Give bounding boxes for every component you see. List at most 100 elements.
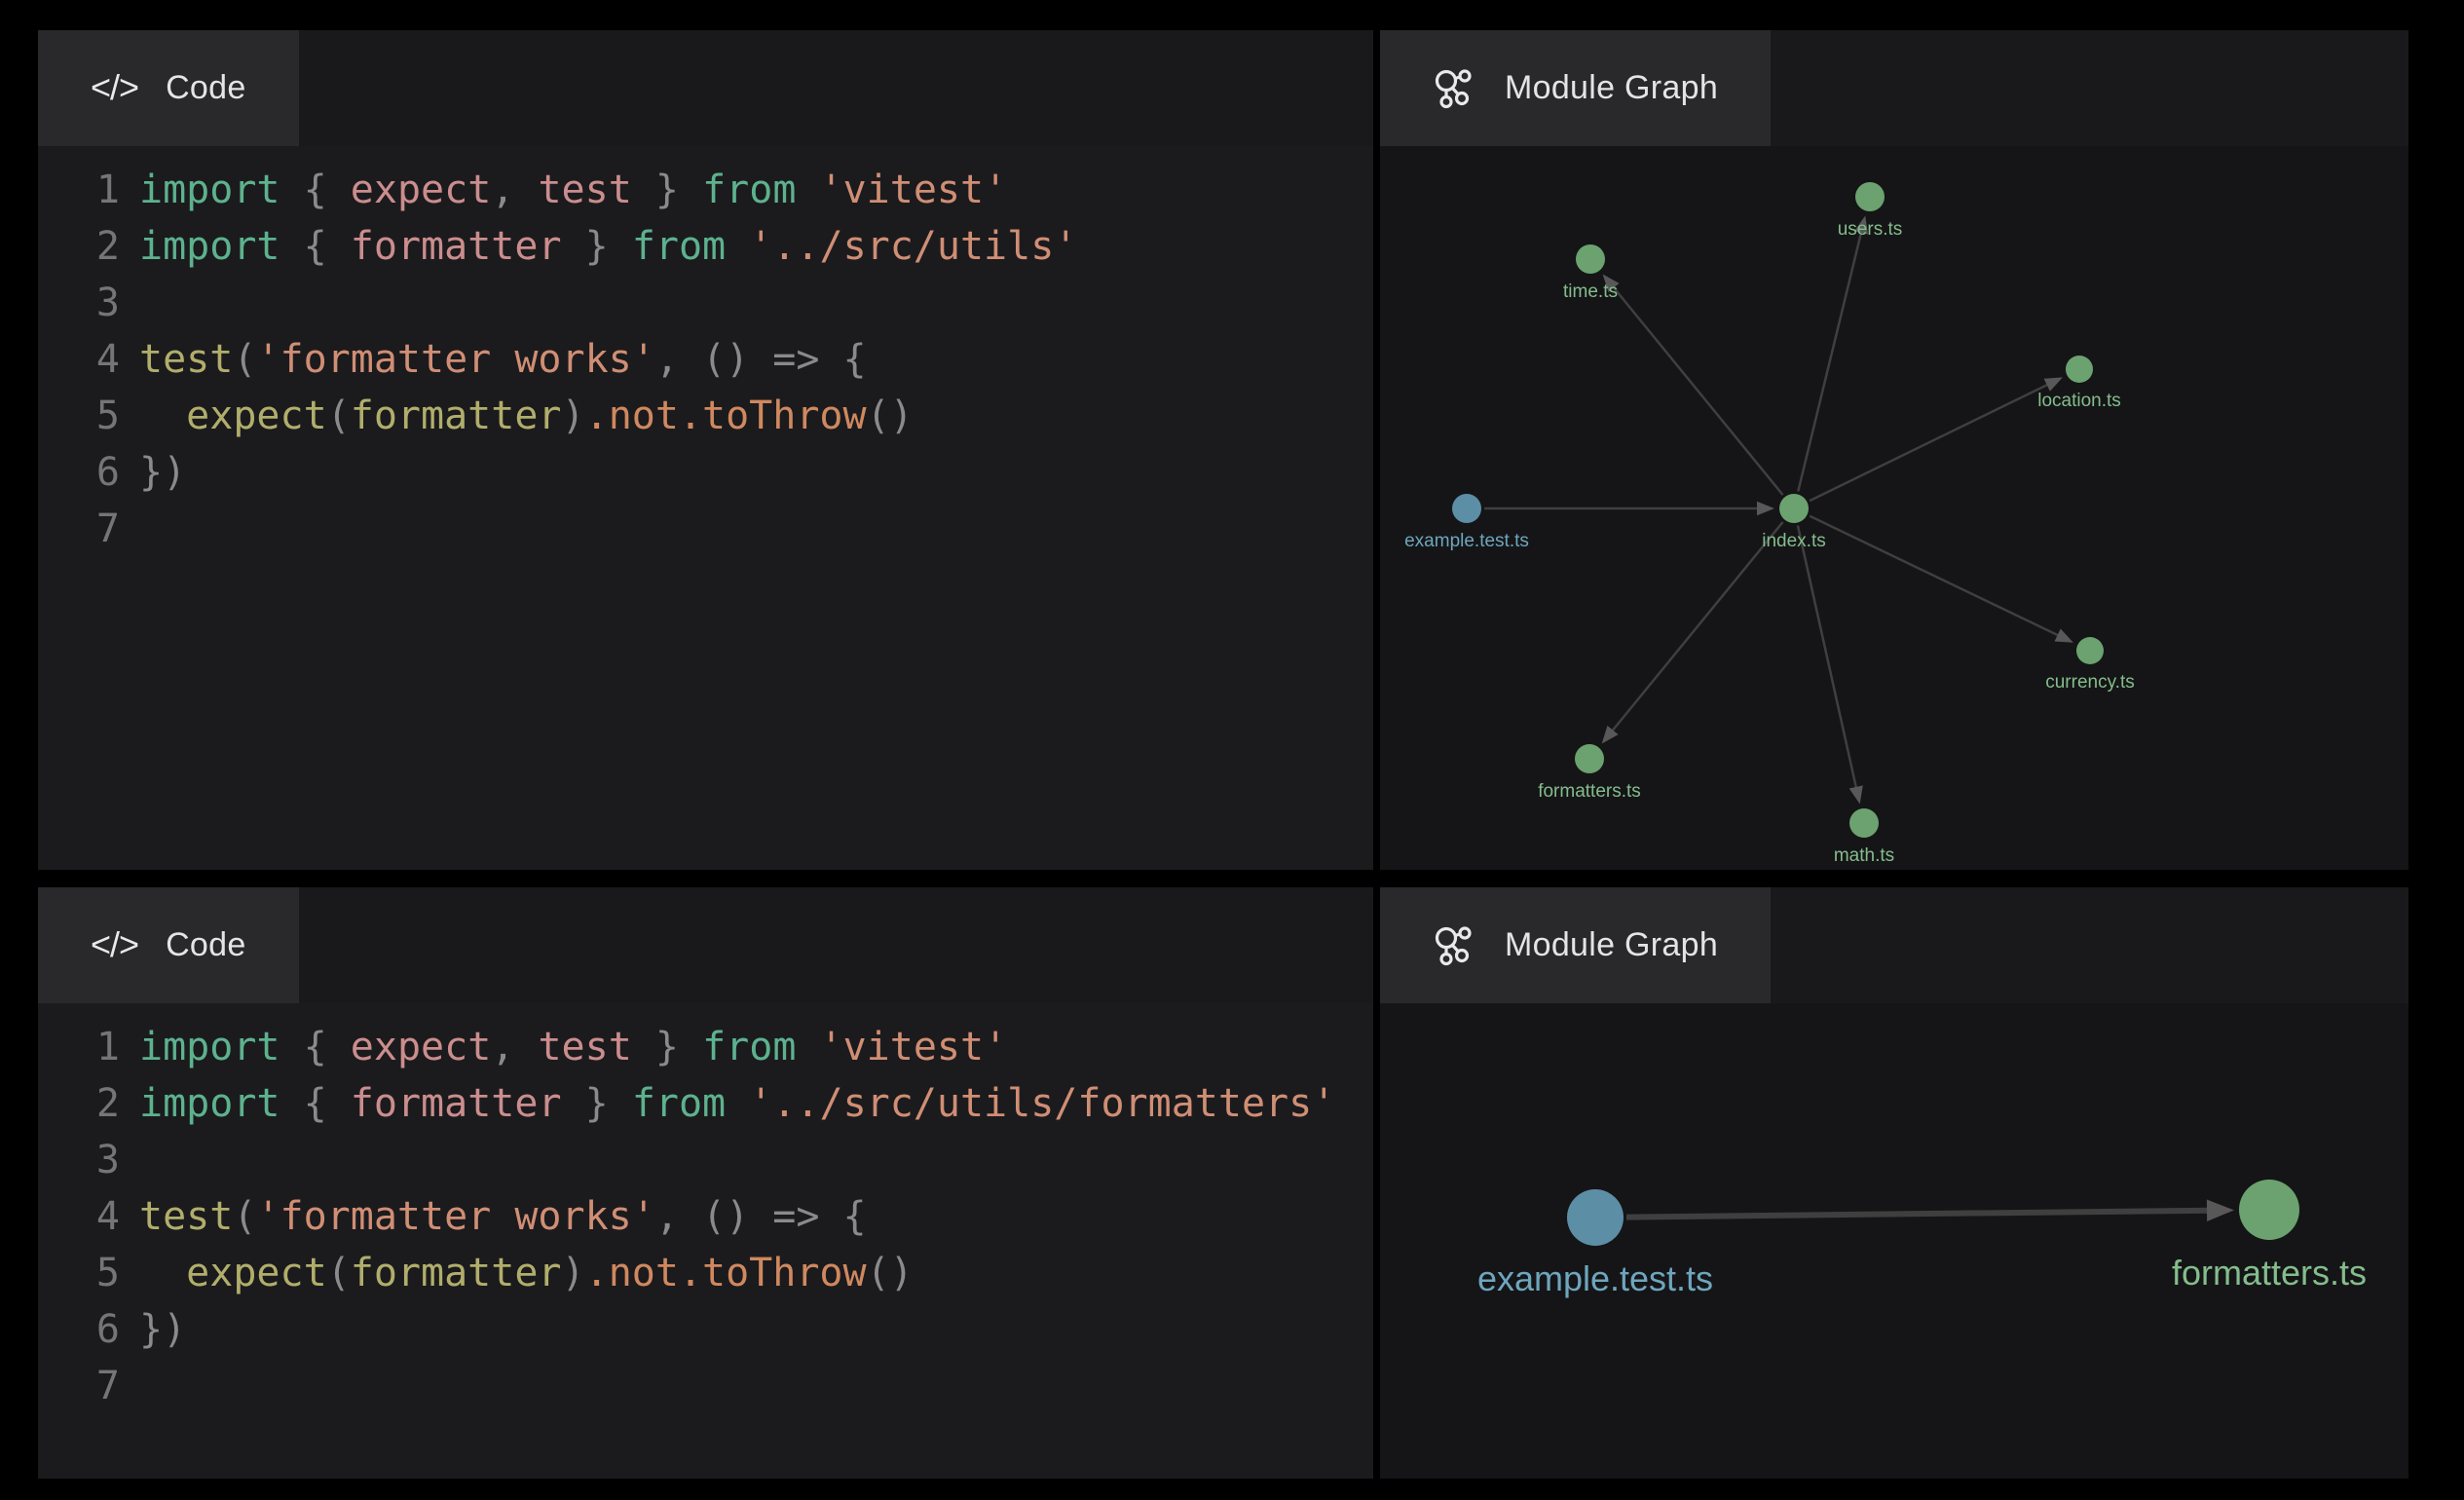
- graph-edge-arrow: [2044, 377, 2063, 391]
- graph-edge: [1810, 516, 2059, 636]
- code-line: 7: [56, 501, 1373, 557]
- code-line: 5 expect(formatter).not.toThrow(): [56, 1245, 1373, 1301]
- graph-edge: [1626, 1211, 2209, 1218]
- line-content: expect(formatter).not.toThrow(): [120, 1245, 914, 1301]
- graph-node-index.ts[interactable]: [1779, 494, 1809, 523]
- graph-node-label: example.test.ts: [1404, 531, 1529, 551]
- graph-node-label: formatters.ts: [1538, 781, 1641, 802]
- module-graph-canvas-top[interactable]: users.ts time.ts location.ts example.test.t…: [1380, 146, 2408, 870]
- graph-node-label: formatters.ts: [2172, 1253, 2367, 1293]
- graph-node-label: index.ts: [1762, 531, 1825, 551]
- line-content: [120, 275, 139, 331]
- line-content: import { expect, test } from 'vitest': [120, 1019, 1007, 1075]
- code-line: 2import { formatter } from '../src/utils…: [56, 218, 1373, 275]
- line-number: 2: [56, 1075, 120, 1132]
- module-graph-icon: [1433, 923, 1477, 968]
- graph-node-label: currency.ts: [2045, 672, 2135, 693]
- line-number: 2: [56, 218, 120, 275]
- graph-node-users.ts[interactable]: [1855, 182, 1885, 211]
- panel-graph-top: Module Graph users.ts time.ts location.ts e…: [1380, 30, 2408, 870]
- line-content: test('formatter works', () => {: [120, 331, 867, 388]
- code-line: 4test('formatter works', () => {: [56, 1188, 1373, 1245]
- graph-edge: [1798, 231, 1861, 492]
- graph-node-formatters.ts[interactable]: [2239, 1180, 2299, 1240]
- graph-node-label: example.test.ts: [1477, 1258, 1713, 1298]
- line-content: import { expect, test } from 'vitest': [120, 162, 1007, 218]
- graph-node-currency.ts[interactable]: [2076, 637, 2104, 664]
- graph-edge: [1613, 286, 1783, 495]
- panel-graph-bottom: Module Graph example.test.ts formatters.t…: [1380, 887, 2408, 1479]
- code-line: 1import { expect, test } from 'vitest': [56, 162, 1373, 218]
- graph-node-location.ts[interactable]: [2066, 356, 2093, 383]
- line-number: 6: [56, 1301, 120, 1358]
- module-graph-icon: [1433, 66, 1477, 111]
- code-line: 7: [56, 1358, 1373, 1414]
- tab-code-top[interactable]: </> Code: [38, 30, 299, 146]
- panel-code-top: </> Code 1import { expect, test } from '…: [38, 30, 1373, 870]
- line-content: import { formatter } from '../src/utils': [120, 218, 1077, 275]
- graph-node-time.ts[interactable]: [1576, 244, 1605, 274]
- graph-node-label: users.ts: [1838, 219, 1903, 240]
- code-line: 5 expect(formatter).not.toThrow(): [56, 388, 1373, 444]
- line-number: 4: [56, 1188, 120, 1245]
- graph-node-label: time.ts: [1563, 281, 1618, 302]
- graph-node-math.ts[interactable]: [1849, 808, 1879, 838]
- code-line: 6}): [56, 1301, 1373, 1358]
- panel-code-bottom: </> Code 1import { expect, test } from '…: [38, 887, 1373, 1479]
- graph-edge: [1612, 522, 1783, 731]
- graph-edge-arrow: [1757, 502, 1774, 515]
- module-graph-svg-bottom: example.test.ts formatters.ts: [1380, 1003, 2408, 1479]
- line-content: [120, 501, 139, 557]
- code-editor-top[interactable]: 1import { expect, test } from 'vitest'2i…: [38, 146, 1373, 870]
- graph-node-example.test.ts[interactable]: [1567, 1189, 1624, 1246]
- tab-label: Code: [166, 926, 245, 964]
- graph-edge-arrow: [2207, 1200, 2234, 1221]
- graph-node-formatters.ts[interactable]: [1575, 744, 1604, 773]
- tab-label: Module Graph: [1505, 69, 1718, 107]
- code-line: 2import { formatter } from '../src/utils…: [56, 1075, 1373, 1132]
- line-number: 1: [56, 1019, 120, 1075]
- graph-edge: [1810, 384, 2048, 501]
- code-line: 4test('formatter works', () => {: [56, 331, 1373, 388]
- code-editor-bottom[interactable]: 1import { expect, test } from 'vitest'2i…: [38, 1003, 1373, 1479]
- line-number: 3: [56, 1132, 120, 1188]
- line-number: 4: [56, 331, 120, 388]
- graph-edge-arrow: [1849, 785, 1863, 804]
- tab-module-graph-top[interactable]: Module Graph: [1380, 30, 1771, 146]
- line-number: 5: [56, 1245, 120, 1301]
- code-line: 1import { expect, test } from 'vitest': [56, 1019, 1373, 1075]
- line-number: 3: [56, 275, 120, 331]
- module-graph-svg-top: users.ts time.ts location.ts example.test.t…: [1380, 146, 2408, 870]
- code-panel-header-top: </> Code: [38, 30, 1373, 146]
- line-number: 1: [56, 162, 120, 218]
- line-content: }): [120, 444, 186, 501]
- graph-node-label: location.ts: [2037, 391, 2121, 411]
- code-icon: </>: [91, 67, 138, 108]
- code-icon: </>: [91, 924, 138, 965]
- graph-panel-header-top: Module Graph: [1380, 30, 2408, 146]
- tab-code-bottom[interactable]: </> Code: [38, 887, 299, 1003]
- code-panel-header-bottom: </> Code: [38, 887, 1373, 1003]
- code-line: 6}): [56, 444, 1373, 501]
- app-background: </> Code 1import { expect, test } from '…: [38, 30, 2408, 1479]
- code-line: 3: [56, 1132, 1373, 1188]
- line-content: import { formatter } from '../src/utils/…: [120, 1075, 1335, 1132]
- code-line: 3: [56, 275, 1373, 331]
- tab-module-graph-bottom[interactable]: Module Graph: [1380, 887, 1771, 1003]
- line-content: [120, 1358, 139, 1414]
- graph-node-label: math.ts: [1834, 845, 1894, 866]
- line-content: test('formatter works', () => {: [120, 1188, 867, 1245]
- line-content: [120, 1132, 139, 1188]
- line-content: }): [120, 1301, 186, 1358]
- line-number: 7: [56, 501, 120, 557]
- graph-panel-header-bottom: Module Graph: [1380, 887, 2408, 1003]
- module-graph-canvas-bottom[interactable]: example.test.ts formatters.ts: [1380, 1003, 2408, 1479]
- graph-edge: [1798, 526, 1856, 789]
- line-number: 5: [56, 388, 120, 444]
- line-number: 6: [56, 444, 120, 501]
- tab-label: Code: [166, 69, 245, 107]
- tab-label: Module Graph: [1505, 926, 1718, 964]
- line-content: expect(formatter).not.toThrow(): [120, 388, 914, 444]
- graph-node-example.test.ts[interactable]: [1452, 494, 1481, 523]
- line-number: 7: [56, 1358, 120, 1414]
